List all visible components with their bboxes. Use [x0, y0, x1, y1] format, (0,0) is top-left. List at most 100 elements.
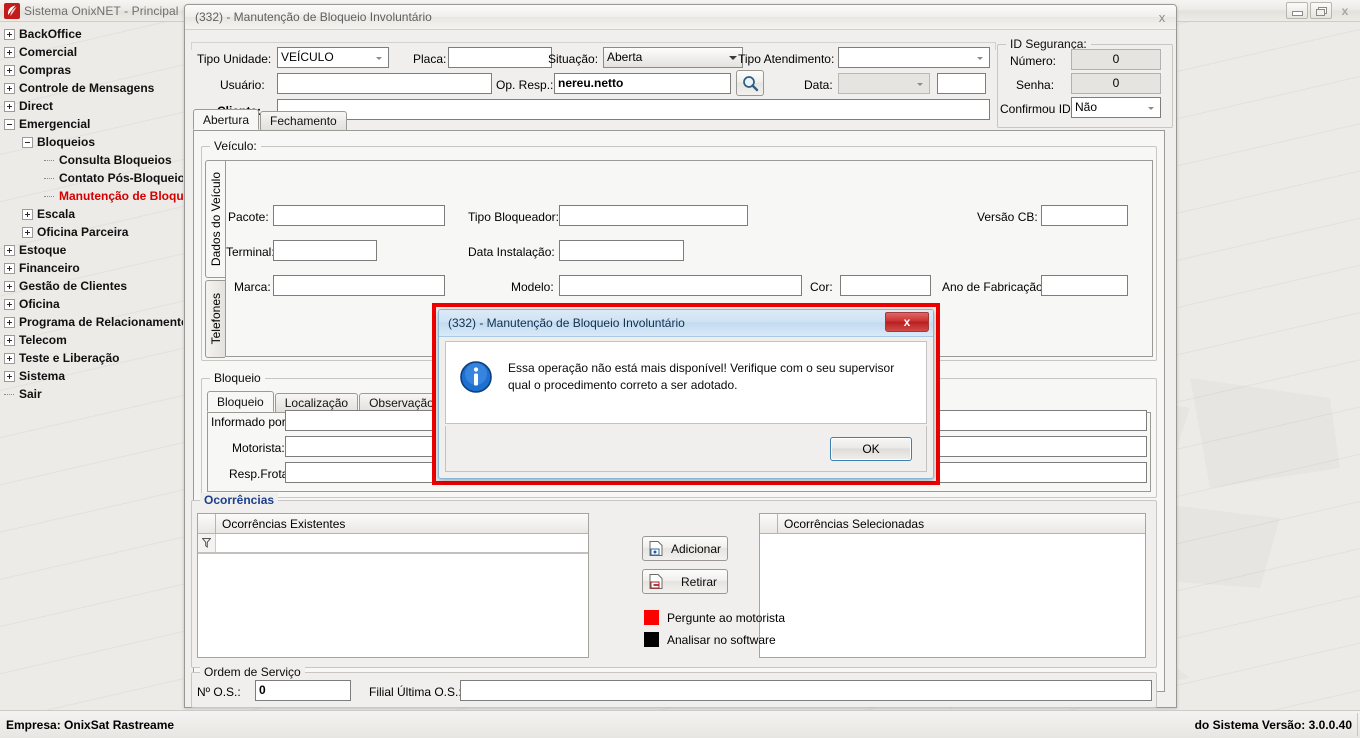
sidebar-item-sistema[interactable]: Sistema [0, 367, 183, 385]
sidebar-item-label: Escala [37, 207, 76, 221]
expander-plus-icon[interactable] [4, 334, 15, 346]
main-tabstrip[interactable]: Abertura Fechamento [193, 109, 348, 130]
vtab-telefones[interactable]: Telefones [205, 280, 225, 358]
status-separator [1357, 713, 1358, 736]
ocorrencias-selecionadas-header: Ocorrências Selecionadas [784, 516, 925, 531]
restore-icon-back [1316, 9, 1325, 16]
filial-ultima-os-input[interactable] [460, 680, 1152, 701]
pacote-input[interactable] [273, 205, 445, 226]
sidebar-item-label: Oficina [19, 297, 60, 311]
data-instalacao-input[interactable] [559, 240, 684, 261]
sidebar-item-label: Emergencial [19, 117, 91, 131]
ocorrencias-existentes-grid[interactable]: Ocorrências Existentes [197, 513, 589, 658]
sidebar-item-oficina-parceira[interactable]: Oficina Parceira [0, 223, 183, 241]
tipo-atendimento-select[interactable] [838, 47, 990, 68]
sidebar-item-emergencial[interactable]: Emergencial [0, 115, 183, 133]
tab-abertura[interactable]: Abertura [193, 109, 260, 130]
expander-plus-icon[interactable] [4, 100, 15, 112]
sidebar-item-gestao-de-clientes[interactable]: Gestão de Clientes [0, 277, 183, 295]
expander-plus-icon[interactable] [4, 316, 15, 328]
info-icon [460, 361, 492, 393]
close-button[interactable]: x [1334, 2, 1356, 19]
sidebar-item-label: Financeiro [19, 261, 80, 275]
cor-input[interactable] [840, 275, 931, 296]
sidebar-item-compras[interactable]: Compras [0, 61, 183, 79]
expander-plus-icon[interactable] [4, 298, 15, 310]
tipo-bloqueador-input[interactable] [559, 205, 748, 226]
expander-plus-icon[interactable] [4, 370, 15, 382]
sidebar-item-telecom[interactable]: Telecom [0, 331, 183, 349]
sidebar-item-oficina[interactable]: Oficina [0, 295, 183, 313]
sidebar-item-label: Estoque [19, 243, 67, 257]
tab-fechamento[interactable]: Fechamento [260, 111, 347, 130]
op-resp-search-button[interactable] [736, 70, 764, 96]
ok-button[interactable]: OK [830, 436, 912, 461]
sidebar-item-bloqueios[interactable]: Bloqueios [0, 133, 183, 151]
sidebar-item-financeiro[interactable]: Financeiro [0, 259, 183, 277]
sidebar-item-label: Sair [19, 387, 42, 401]
tab-bloqueio[interactable]: Bloqueio [207, 391, 274, 412]
expander-plus-icon[interactable] [4, 262, 15, 274]
situacao-value: Aberta [607, 50, 643, 64]
expander-plus-icon[interactable] [4, 46, 15, 58]
tree-connector-icon [44, 191, 55, 202]
sidebar-item-escala[interactable]: Escala [0, 205, 183, 223]
modal-close-button[interactable]: x [885, 312, 929, 332]
adicionar-button[interactable]: Adicionar [642, 536, 728, 561]
grid-filter-row[interactable] [198, 534, 588, 554]
sidebar-item-contato-pos-bloqueio[interactable]: Contato Pós-Bloqueio [0, 169, 183, 187]
usuario-input[interactable] [277, 73, 492, 94]
data-instalacao-label: Data Instalação: [468, 245, 555, 259]
expander-plus-icon[interactable] [4, 352, 15, 364]
no-os-input[interactable]: 0 [255, 680, 351, 701]
marca-input[interactable] [273, 275, 445, 296]
sidebar-item-sair[interactable]: Sair [0, 385, 183, 403]
expander-plus-icon[interactable] [4, 244, 15, 256]
pacote-label: Pacote: [228, 210, 269, 224]
cliente-input[interactable] [277, 99, 990, 120]
filter-icon [202, 538, 211, 548]
op-resp-input[interactable]: nereu.netto [554, 73, 731, 94]
child-form-titlebar: (332) - Manutenção de Bloqueio Involuntá… [185, 5, 1176, 30]
vtab-telefones-label: Telefones [208, 293, 223, 345]
confirmou-id-select[interactable]: Não [1071, 97, 1161, 118]
placa-input[interactable] [448, 47, 552, 68]
ocorrencias-selecionadas-grid[interactable]: Ocorrências Selecionadas [759, 513, 1146, 658]
sidebar-item-consulta-bloqueios[interactable]: Consulta Bloqueios [0, 151, 183, 169]
retirar-button[interactable]: Retirar [642, 569, 728, 594]
minimize-button[interactable] [1286, 2, 1308, 19]
expander-plus-icon[interactable] [22, 226, 33, 238]
tipo-unidade-select[interactable]: VEÍCULO [277, 47, 389, 68]
versao-cb-input[interactable] [1041, 205, 1128, 226]
filter-indicator[interactable] [198, 534, 216, 552]
expander-minus-icon[interactable] [4, 118, 15, 130]
sidebar-item-manutencao-de-bloqueio-involuntario[interactable]: Manutenção de Bloqueio Involuntário [0, 187, 183, 205]
vtab-dados-do-veiculo[interactable]: Dados do Veículo [205, 160, 226, 278]
expander-plus-icon[interactable] [4, 64, 15, 76]
expander-plus-icon[interactable] [22, 208, 33, 220]
data-select[interactable] [838, 73, 930, 94]
sidebar-item-programa-de-relacionamento[interactable]: Programa de Relacionamento [0, 313, 183, 331]
sidebar-item-controle-de-mensagens[interactable]: Controle de Mensagens [0, 79, 183, 97]
sidebar-item-comercial[interactable]: Comercial [0, 43, 183, 61]
data-hora-input[interactable] [937, 73, 986, 94]
main-window-title: Sistema OnixNET - Principal [24, 3, 179, 18]
sidebar-item-direct[interactable]: Direct [0, 97, 183, 115]
no-os-label: Nº O.S.: [197, 685, 241, 699]
situacao-select[interactable]: Aberta [603, 47, 743, 68]
expander-minus-icon[interactable] [22, 136, 33, 148]
expander-plus-icon[interactable] [4, 28, 15, 40]
sidebar-item-teste-e-liberacao[interactable]: Teste e Liberação [0, 349, 183, 367]
expander-plus-icon[interactable] [4, 280, 15, 292]
terminal-input[interactable] [273, 240, 377, 261]
sidebar-item-backoffice[interactable]: BackOffice [0, 25, 183, 43]
restore-button[interactable] [1310, 2, 1332, 19]
navigation-tree[interactable]: BackOffice Comercial Compras Controle de… [0, 22, 183, 710]
child-form-close-button[interactable]: x [1154, 9, 1170, 25]
sidebar-item-estoque[interactable]: Estoque [0, 241, 183, 259]
informado-por-label: Informado por: [211, 415, 290, 429]
ano-fabricacao-input[interactable] [1041, 275, 1128, 296]
sidebar-item-label: Consulta Bloqueios [59, 153, 172, 167]
modelo-input[interactable] [559, 275, 802, 296]
expander-plus-icon[interactable] [4, 82, 15, 94]
